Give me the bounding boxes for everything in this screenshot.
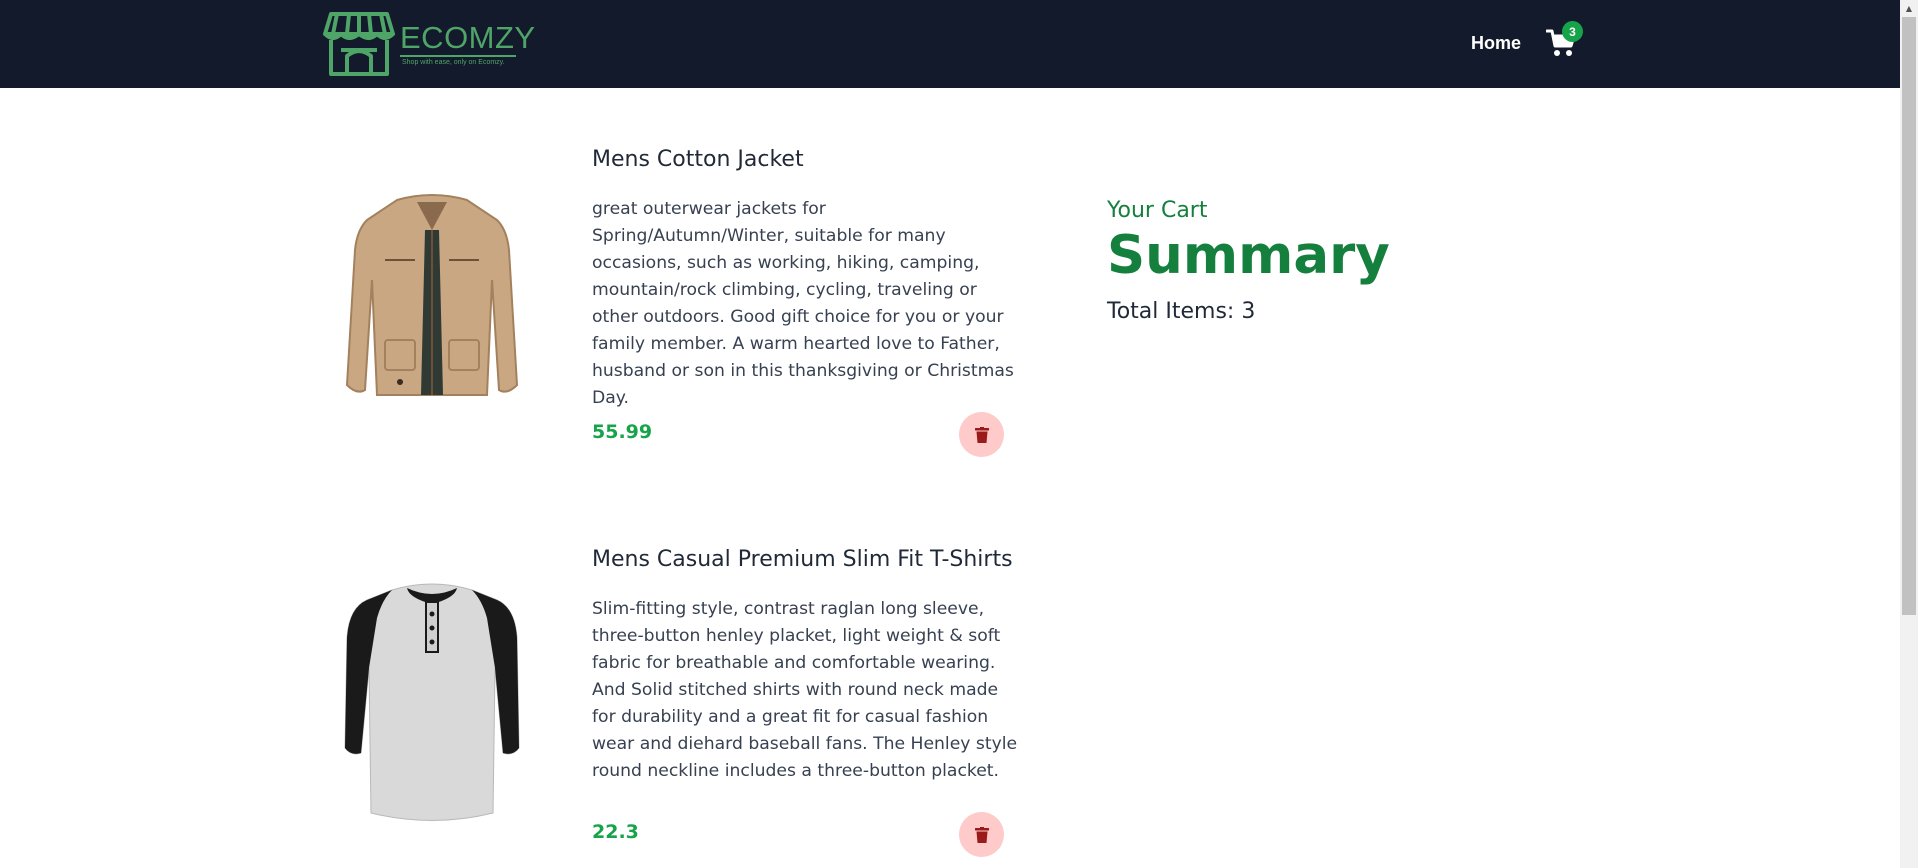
cart-item: Mens Casual Premium Slim Fit T-Shirts Sl… <box>337 542 1017 862</box>
trash-icon <box>974 426 989 443</box>
cart-item: Mens Cotton Jacket great outerwear jacke… <box>337 140 1017 460</box>
brand-logo[interactable]: ECOMZY Shop with ease, only on Ecomzy. <box>323 12 535 78</box>
item-description: Slim-fitting style, contrast raglan long… <box>592 599 1018 781</box>
item-title: Mens Cotton Jacket <box>592 147 804 172</box>
vertical-scrollbar[interactable]: ▲ <box>1900 0 1918 868</box>
summary-title: Summary <box>1107 225 1390 286</box>
jacket-image <box>337 190 527 410</box>
cart-summary: Your Cart Summary Total Items: 3 <box>1107 198 1390 324</box>
scroll-up-arrow-icon[interactable]: ▲ <box>1900 0 1918 17</box>
cart-count-badge: 3 <box>1562 21 1583 42</box>
brand-tagline: Shop with ease, only on Ecomzy. <box>402 59 505 66</box>
item-title: Mens Casual Premium Slim Fit T-Shirts <box>592 547 1013 572</box>
delete-item-button[interactable] <box>959 412 1004 457</box>
store-icon <box>323 12 395 76</box>
jacket-image-icon <box>345 194 519 396</box>
tshirt-image <box>337 578 527 821</box>
item-price: 22.3 <box>592 821 639 843</box>
brand-name: ECOMZY <box>400 20 536 55</box>
brand-underline <box>400 55 516 57</box>
total-items: Total Items: 3 <box>1107 299 1256 324</box>
delete-item-button[interactable] <box>959 812 1004 857</box>
nav-home-link[interactable]: Home <box>1471 33 1521 54</box>
item-price: 55.99 <box>592 421 653 443</box>
trash-icon <box>974 826 989 843</box>
scrollbar-thumb[interactable] <box>1902 17 1916 615</box>
tshirt-image-icon <box>344 583 520 821</box>
item-description: great outerwear jackets for Spring/Autum… <box>592 199 1014 408</box>
summary-heading: Your Cart <box>1107 198 1208 223</box>
navbar: ECOMZY Shop with ease, only on Ecomzy. H… <box>0 0 1900 88</box>
